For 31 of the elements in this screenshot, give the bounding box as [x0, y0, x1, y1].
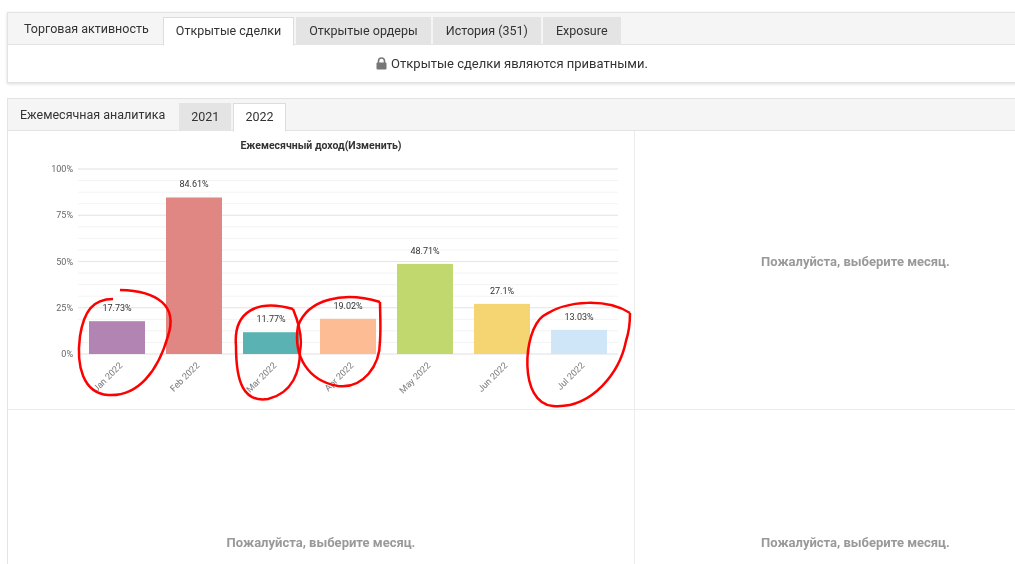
y-axis-label: 50% [56, 256, 73, 267]
year-tab[interactable]: 2021 [179, 103, 232, 131]
empty-state-message: Пожалуйста, выберите месяц. [761, 253, 950, 272]
bar [474, 303, 530, 354]
bar-value-label: 48.71% [410, 245, 440, 256]
bar [320, 318, 376, 354]
bar-value-label: 27.1% [489, 285, 515, 296]
privacy-notice: Открытые сделки являются приватными. [391, 54, 648, 73]
bar [243, 332, 299, 354]
chart-title: Ежемесячный доход(Изменить) [240, 139, 402, 152]
bar-value-label: 17.73% [102, 303, 132, 314]
tab[interactable]: Открытые ордеры [296, 17, 431, 45]
bar-value-label: 13.03% [564, 311, 594, 322]
year-tab[interactable]: 2022 [233, 103, 286, 132]
lock-icon [376, 57, 388, 70]
bar [551, 329, 607, 354]
y-axis-label: 100% [51, 164, 73, 174]
tab[interactable]: Открытые сделки [162, 17, 295, 46]
y-axis-label: 75% [56, 210, 73, 221]
bar-value-label: 19.02% [333, 300, 363, 311]
bar [89, 321, 145, 354]
y-axis-label: 25% [56, 302, 73, 313]
empty-state-message: Пожалуйста, выберите месяц. [761, 533, 950, 552]
bar-value-label: 84.61% [179, 179, 209, 190]
tab[interactable]: Exposure [542, 17, 621, 45]
y-axis-label: 0% [61, 349, 73, 359]
bar-value-label: 11.77% [256, 314, 286, 325]
section-title: Ежемесячная аналитика [19, 106, 167, 124]
tab[interactable]: Торговая активность [12, 13, 161, 45]
tab[interactable]: История (351) [432, 17, 541, 45]
empty-state-message: Пожалуйста, выберите месяц. [226, 533, 416, 552]
